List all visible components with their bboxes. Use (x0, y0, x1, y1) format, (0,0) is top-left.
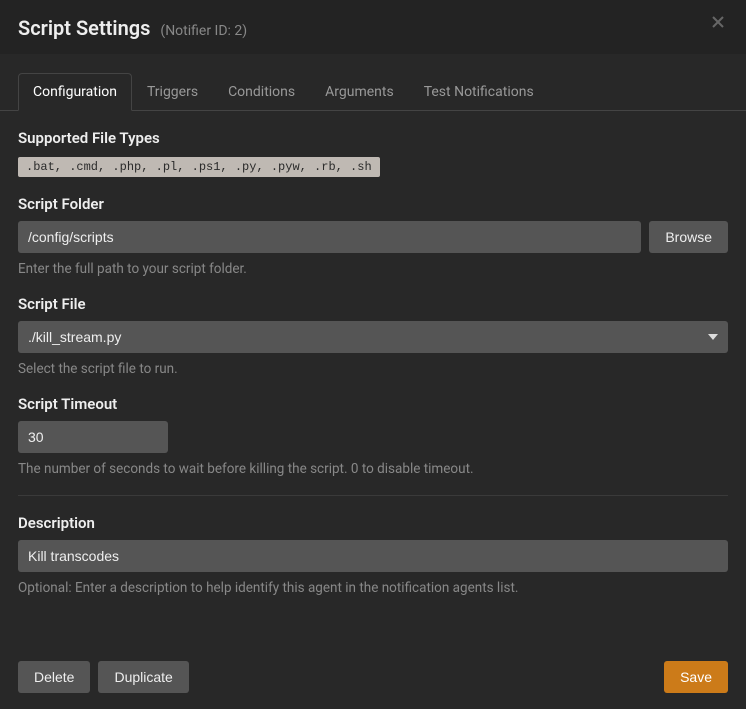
tab-conditions[interactable]: Conditions (213, 73, 310, 111)
modal-header: Script Settings (Notifier ID: 2) (0, 0, 746, 54)
supported-file-types-group: Supported File Types .bat, .cmd, .php, .… (18, 129, 728, 177)
footer-spacer (197, 661, 656, 693)
script-folder-group: Script Folder Browse Enter the full path… (18, 195, 728, 277)
close-icon (710, 14, 726, 34)
description-group: Description Optional: Enter a descriptio… (18, 514, 728, 596)
description-input[interactable] (18, 540, 728, 572)
script-file-label: Script File (18, 295, 728, 313)
script-file-group: Script File ./kill_stream.py Select the … (18, 295, 728, 377)
description-label: Description (18, 514, 728, 532)
script-file-select[interactable]: ./kill_stream.py (18, 321, 728, 353)
tab-bar: Configuration Triggers Conditions Argume… (0, 54, 746, 111)
description-help: Optional: Enter a description to help id… (18, 580, 728, 596)
close-button[interactable] (706, 12, 730, 36)
script-folder-help: Enter the full path to your script folde… (18, 261, 728, 277)
tab-triggers[interactable]: Triggers (132, 73, 213, 111)
script-folder-label: Script Folder (18, 195, 728, 213)
script-settings-modal: Script Settings (Notifier ID: 2) Configu… (0, 0, 746, 709)
tab-arguments[interactable]: Arguments (310, 73, 409, 111)
tab-test-notifications[interactable]: Test Notifications (409, 73, 549, 111)
script-timeout-group: Script Timeout The number of seconds to … (18, 395, 728, 477)
modal-subtitle: (Notifier ID: 2) (160, 23, 247, 39)
modal-title: Script Settings (18, 16, 150, 40)
divider (18, 495, 728, 496)
tab-configuration[interactable]: Configuration (18, 73, 132, 111)
supported-file-types-value: .bat, .cmd, .php, .pl, .ps1, .py, .pyw, … (18, 157, 380, 177)
script-timeout-help: The number of seconds to wait before kil… (18, 461, 728, 477)
script-file-help: Select the script file to run. (18, 361, 728, 377)
script-folder-input[interactable] (18, 221, 641, 253)
browse-button[interactable]: Browse (649, 221, 728, 253)
tab-content: Supported File Types .bat, .cmd, .php, .… (0, 111, 746, 622)
delete-button[interactable]: Delete (18, 661, 90, 693)
script-timeout-label: Script Timeout (18, 395, 728, 413)
supported-file-types-label: Supported File Types (18, 129, 728, 147)
duplicate-button[interactable]: Duplicate (98, 661, 188, 693)
modal-footer: Delete Duplicate Save (0, 645, 746, 709)
save-button[interactable]: Save (664, 661, 728, 693)
script-timeout-input[interactable] (18, 421, 168, 453)
